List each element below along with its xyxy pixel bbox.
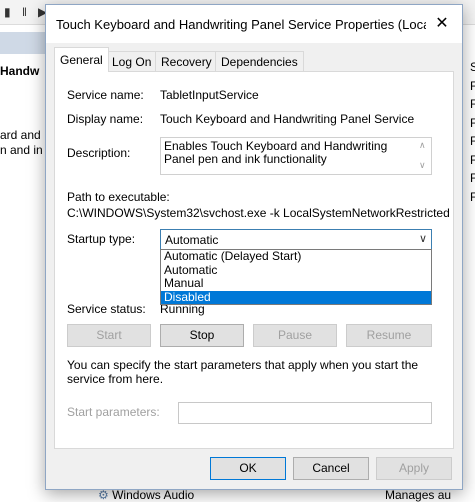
service-name-value: TabletInputService: [160, 88, 259, 102]
description-field[interactable]: Enables Touch Keyboard and Handwriting P…: [160, 137, 432, 175]
start-button[interactable]: Start: [67, 324, 151, 347]
services-list-edge: S F F F F F F F: [470, 60, 475, 208]
startup-option-automatic-delayed[interactable]: Automatic (Delayed Start): [161, 249, 431, 264]
services-header-strip: [0, 32, 46, 54]
startup-type-value: Automatic: [165, 233, 219, 247]
list-cell: F: [470, 134, 475, 148]
chevron-down-icon[interactable]: ∨: [419, 232, 427, 245]
path-value: C:\WINDOWS\System32\svchost.exe -k Local…: [67, 206, 451, 220]
list-cell: F: [470, 115, 475, 130]
tab-recovery[interactable]: Recovery: [155, 51, 218, 72]
description-value: Enables Touch Keyboard and Handwriting P…: [164, 139, 388, 166]
list-cell: F: [470, 97, 475, 111]
service-properties-dialog: Touch Keyboard and Handwriting Panel Ser…: [45, 4, 463, 490]
startup-option-automatic[interactable]: Automatic: [161, 263, 431, 278]
tab-dependencies[interactable]: Dependencies: [215, 51, 304, 72]
stop-button[interactable]: Stop: [160, 324, 244, 347]
startup-type-label: Startup type:: [67, 232, 136, 246]
startup-option-disabled[interactable]: Disabled: [161, 290, 431, 304]
stop-icon[interactable]: ▮: [4, 5, 11, 19]
list-cell: F: [470, 78, 475, 93]
start-parameters-label: Start parameters:: [67, 405, 160, 419]
display-name-value: Touch Keyboard and Handwriting Panel Ser…: [160, 112, 415, 126]
tab-log-on[interactable]: Log On: [106, 51, 158, 72]
service-name-label: Service name:: [67, 88, 144, 102]
list-cell: F: [470, 189, 475, 204]
list-cell: F: [470, 152, 475, 167]
close-icon[interactable]: ✕: [422, 5, 462, 43]
ok-button[interactable]: OK: [210, 457, 286, 480]
start-parameters-note: You can specify the start parameters tha…: [67, 358, 419, 386]
tab-general[interactable]: General: [54, 47, 109, 72]
service-status-label: Service status:: [67, 302, 146, 316]
startup-type-select[interactable]: Automatic ∨: [160, 229, 432, 251]
pause-icon[interactable]: ‖: [22, 5, 27, 19]
selected-service-heading: Handw: [0, 64, 40, 78]
path-label: Path to executable:: [67, 190, 170, 204]
description-scrollbar[interactable]: ∧ ∨: [417, 138, 431, 174]
cancel-button[interactable]: Cancel: [293, 457, 369, 480]
startup-option-manual[interactable]: Manual: [161, 276, 431, 291]
general-tab-panel: Service name: TabletInputService Display…: [54, 71, 454, 449]
scroll-down-icon[interactable]: ∨: [419, 160, 426, 171]
service-description-fragment: ard and: [0, 128, 41, 142]
display-name-label: Display name:: [67, 112, 144, 126]
description-label: Description:: [67, 146, 131, 160]
resume-button[interactable]: Resume: [346, 324, 432, 347]
dialog-titlebar[interactable]: Touch Keyboard and Handwriting Panel Ser…: [46, 5, 462, 43]
list-cell: S: [470, 60, 475, 74]
start-parameters-input[interactable]: [178, 402, 432, 424]
startup-type-dropdown: Automatic (Delayed Start) Automatic Manu…: [160, 249, 432, 305]
scroll-up-icon[interactable]: ∧: [419, 140, 426, 151]
service-description-fragment: n and in: [0, 143, 43, 157]
pause-button[interactable]: Pause: [253, 324, 337, 347]
list-cell: F: [470, 171, 475, 185]
apply-button[interactable]: Apply: [376, 457, 452, 480]
dialog-title: Touch Keyboard and Handwriting Panel Ser…: [56, 17, 426, 32]
